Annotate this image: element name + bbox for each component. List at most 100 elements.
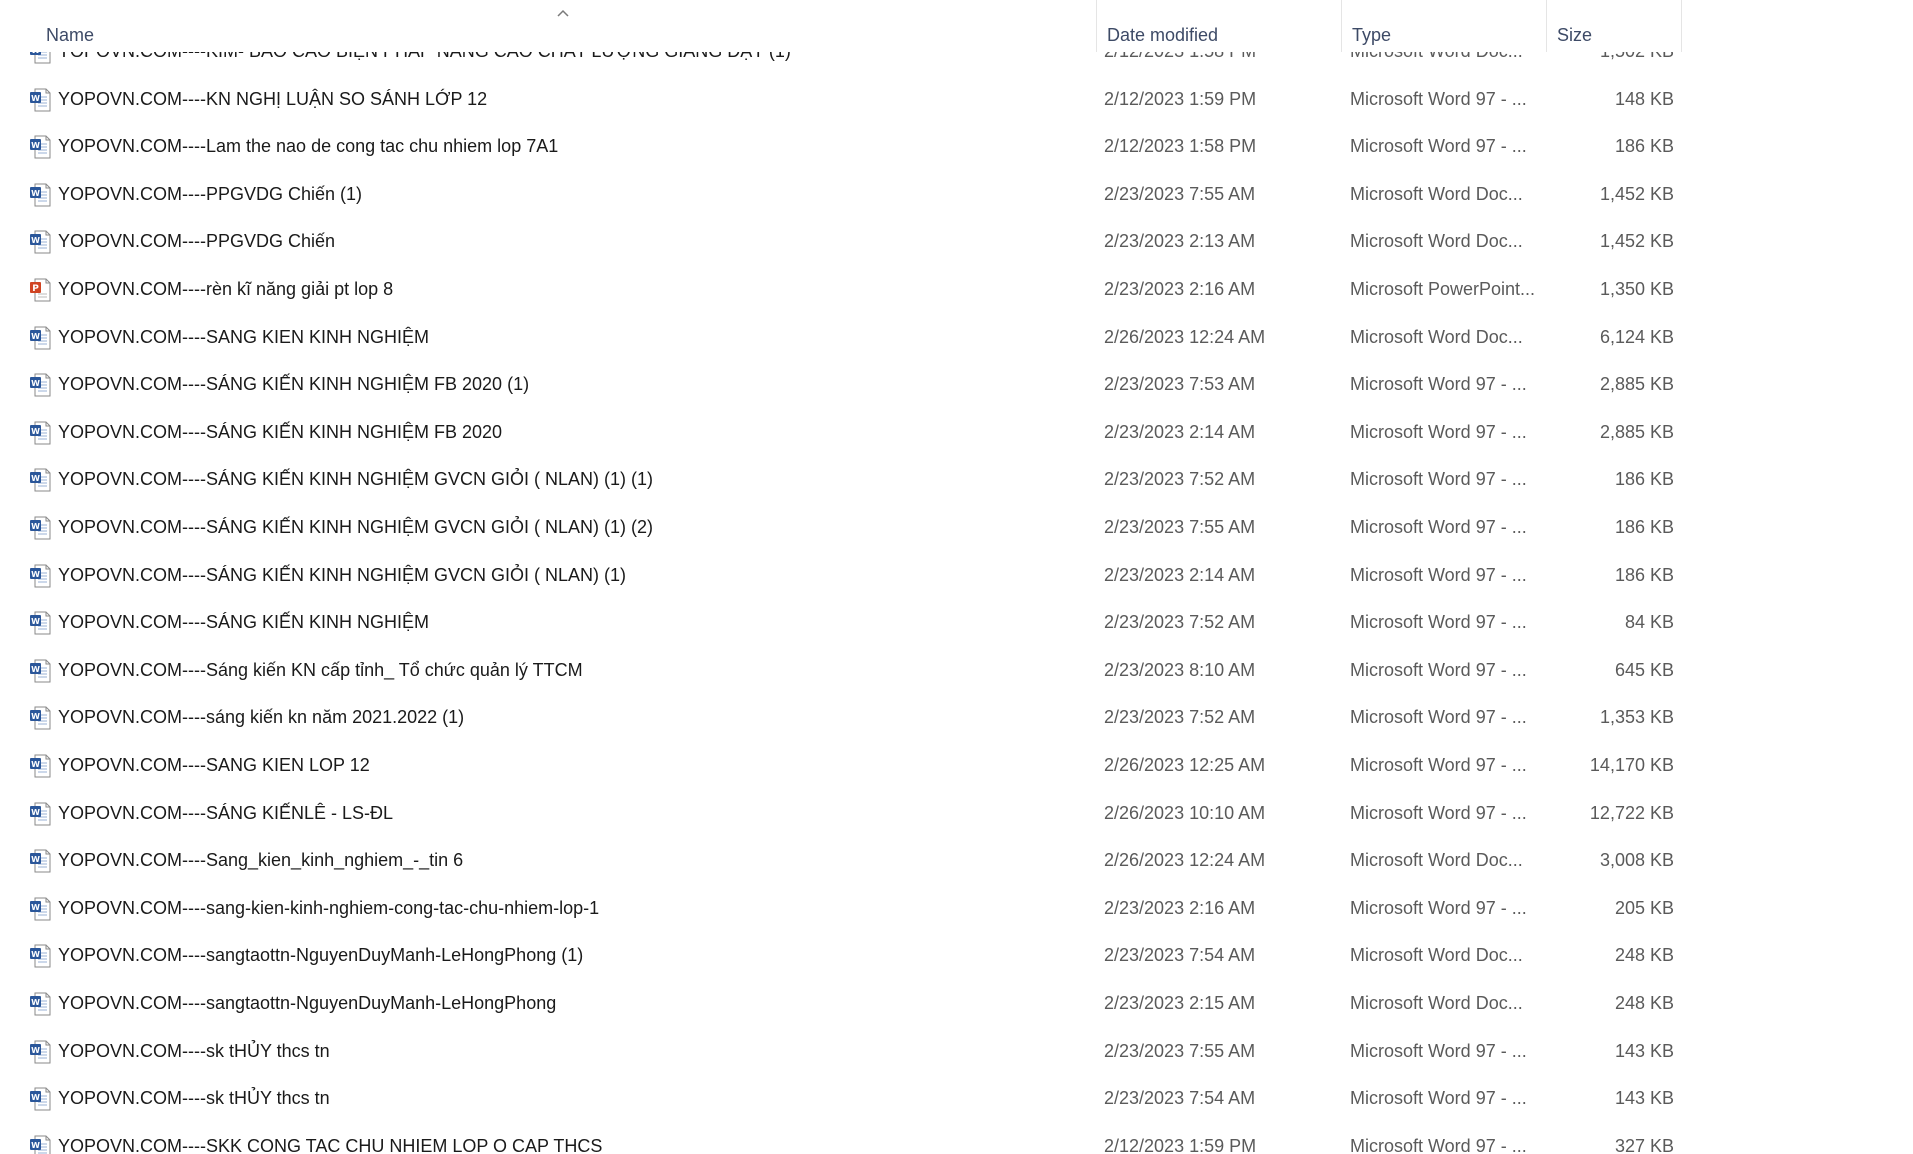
file-row[interactable]: W YOPOVN.COM----SÁNG KIẾN KINH NGHIỆM GVC… <box>0 552 1682 599</box>
file-size: 143 KB <box>1614 1041 1674 1061</box>
file-row[interactable]: W YOPOVN.COM----SÁNG KIẾN KINH NGHIỆM GVC… <box>0 504 1682 551</box>
file-size: 248 KB <box>1614 993 1674 1013</box>
file-row[interactable]: W YOPOVN.COM----SÁNG KIẾN KINH NGHIỆM FB … <box>0 409 1682 456</box>
svg-text:W: W <box>31 141 40 150</box>
file-size: 148 KB <box>1614 89 1674 109</box>
file-row[interactable]: W YOPOVN.COM----SANG KIEN LOP 12 2/26/2023… <box>0 742 1682 789</box>
file-type: Microsoft Word 97 - ... <box>1350 136 1527 156</box>
file-type: Microsoft Word 97 - ... <box>1350 517 1527 537</box>
file-date-modified: 2/26/2023 10:10 AM <box>1104 803 1266 823</box>
column-header-name-label: Name <box>46 25 95 45</box>
file-row[interactable]: W YOPOVN.COM----sáng kiến kn năm 2021.202… <box>0 694 1682 741</box>
file-row[interactable]: W YOPOVN.COM----SÁNG KIẾN KINH NGHIỆM FB … <box>0 361 1682 408</box>
svg-text:W: W <box>31 1141 40 1150</box>
file-date-modified: 2/23/2023 7:52 AM <box>1104 707 1256 727</box>
file-name: YOPOVN.COM----SÁNG KIẾN KINH NGHIỆM FB 2… <box>58 422 503 442</box>
file-date-modified: 2/12/2023 1:59 PM <box>1104 1136 1257 1154</box>
file-size: 186 KB <box>1614 565 1674 585</box>
file-date-modified: 2/23/2023 7:54 AM <box>1104 1088 1256 1108</box>
file-row[interactable]: W YOPOVN.COM----Sang_kien_kinh_nghiem_-_t… <box>0 837 1682 884</box>
file-size: 186 KB <box>1614 517 1674 537</box>
svg-text:W: W <box>31 855 40 864</box>
column-header-date-modified[interactable]: Date modified <box>1096 0 1341 52</box>
svg-text:P: P <box>32 284 39 294</box>
svg-text:W: W <box>31 617 40 626</box>
svg-text:W: W <box>31 379 40 388</box>
file-type: Microsoft Word 97 - ... <box>1350 469 1527 489</box>
file-date-modified: 2/26/2023 12:24 AM <box>1104 850 1266 870</box>
file-name: YOPOVN.COM----rèn kĩ năng giải pt lop 8 <box>58 279 394 299</box>
word-file-icon: W <box>29 802 51 826</box>
file-date-modified: 2/23/2023 2:15 AM <box>1104 993 1256 1013</box>
file-name: YOPOVN.COM----sangtaottn-NguyenDuyManh-L… <box>58 993 557 1013</box>
file-row[interactable]: W YOPOVN.COM----SÁNG KIẾN KINH NGHIỆM GVC… <box>0 456 1682 503</box>
svg-text:W: W <box>31 998 40 1007</box>
file-row[interactable]: W YOPOVN.COM----KN NGHỊ LUẬN SO SÁNH LỚP … <box>0 76 1682 123</box>
word-file-icon: W <box>29 468 51 492</box>
file-row[interactable]: W YOPOVN.COM----SKK CONG TAC CHU NHIEM LO… <box>0 1123 1682 1154</box>
word-file-icon: W <box>29 754 51 778</box>
word-file-icon: W <box>29 230 51 254</box>
column-header-size[interactable]: Size <box>1546 0 1682 52</box>
word-file-icon: W <box>29 421 51 445</box>
file-size: 2,885 KB <box>1599 422 1674 442</box>
file-row[interactable]: W YOPOVN.COM----Lam the nao de cong tac c… <box>0 123 1682 170</box>
file-date-modified: 2/23/2023 7:52 AM <box>1104 612 1256 632</box>
file-date-modified: 2/26/2023 12:25 AM <box>1104 755 1266 775</box>
file-row[interactable]: W YOPOVN.COM----sangtaottn-NguyenDuyManh-… <box>0 932 1682 979</box>
word-file-icon: W <box>29 564 51 588</box>
file-name: YOPOVN.COM----Sang_kien_kinh_nghiem_-_ti… <box>58 850 464 870</box>
file-row[interactable]: W YOPOVN.COM----sang-kien-kinh-nghiem-con… <box>0 885 1682 932</box>
file-type: Microsoft Word Doc... <box>1350 993 1523 1013</box>
file-date-modified: 2/23/2023 7:52 AM <box>1104 469 1256 489</box>
file-name: YOPOVN.COM----SANG KIEN LOP 12 <box>58 755 370 775</box>
file-size: 645 KB <box>1614 660 1674 680</box>
file-row[interactable]: W YOPOVN.COM----PPGVDG Chiến 2/23/2023 2:1… <box>0 218 1682 265</box>
file-type: Microsoft Word 97 - ... <box>1350 1041 1527 1061</box>
word-file-icon: W <box>29 992 51 1016</box>
svg-text:W: W <box>31 427 40 436</box>
file-size: 186 KB <box>1614 136 1674 156</box>
file-type: Microsoft Word 97 - ... <box>1350 803 1527 823</box>
file-type: Microsoft Word Doc... <box>1350 945 1523 965</box>
file-type: Microsoft Word 97 - ... <box>1350 755 1527 775</box>
file-date-modified: 2/23/2023 7:55 AM <box>1104 1041 1256 1061</box>
file-type: Microsoft PowerPoint... <box>1350 279 1536 299</box>
word-file-icon: W <box>29 88 51 112</box>
file-name: YOPOVN.COM----Lam the nao de cong tac ch… <box>58 136 559 156</box>
file-type: Microsoft Word 97 - ... <box>1350 612 1527 632</box>
file-date-modified: 2/23/2023 7:53 AM <box>1104 374 1256 394</box>
file-name: YOPOVN.COM----SÁNG KIẾN KINH NGHIỆM FB 2… <box>58 374 530 394</box>
file-name: YOPOVN.COM----SÁNG KIẾNLÊ - LS-ĐL <box>58 803 394 823</box>
file-name: YOPOVN.COM----Sáng kiến KN cấp tỉnh_ Tổ … <box>58 660 583 680</box>
file-size: 84 KB <box>1624 612 1674 632</box>
word-file-icon: W <box>29 659 51 683</box>
file-row[interactable]: W YOPOVN.COM----SÁNG KIẾN KINH NGHIỆM 2/23… <box>0 599 1682 646</box>
file-name: YOPOVN.COM----PPGVDG Chiến <box>58 231 336 251</box>
column-header-size-label: Size <box>1557 25 1593 45</box>
column-header-date-label: Date modified <box>1107 25 1219 45</box>
svg-text:W: W <box>31 950 40 959</box>
file-row[interactable]: W YOPOVN.COM----sangtaottn-NguyenDuyManh-… <box>0 980 1682 1027</box>
file-row[interactable]: W YOPOVN.COM----PPGVDG Chiến (1) 2/23/2023… <box>0 171 1682 218</box>
file-type: Microsoft Word 97 - ... <box>1350 422 1527 442</box>
file-size: 327 KB <box>1614 1136 1674 1154</box>
word-file-icon: W <box>29 183 51 207</box>
file-row[interactable]: P YOPOVN.COM----rèn kĩ năng giải pt lop 8… <box>0 266 1682 313</box>
file-type: Microsoft Word 97 - ... <box>1350 1088 1527 1108</box>
file-date-modified: 2/26/2023 12:24 AM <box>1104 327 1266 347</box>
file-name: YOPOVN.COM----KN NGHỊ LUẬN SO SÁNH LỚP 1… <box>58 89 488 109</box>
file-row[interactable]: W YOPOVN.COM----Sáng kiến KN cấp tỉnh_ Tổ… <box>0 647 1682 694</box>
file-type: Microsoft Word Doc... <box>1350 327 1523 347</box>
file-row[interactable]: W YOPOVN.COM----sk tHỦY thcs tn 2/23/2023 … <box>0 1075 1682 1122</box>
file-row[interactable]: W YOPOVN.COM----sk tHỦY thcs tn 2/23/2023 … <box>0 1028 1682 1075</box>
file-row[interactable]: W YOPOVN.COM----SANG KIEN KINH NGHIỆM 2/26… <box>0 314 1682 361</box>
file-type: Microsoft Word Doc... <box>1350 850 1523 870</box>
svg-text:W: W <box>31 1093 40 1102</box>
word-file-icon: W <box>29 516 51 540</box>
column-header-type[interactable]: Type <box>1341 0 1546 52</box>
file-name: YOPOVN.COM----SANG KIEN KINH NGHIỆM <box>58 327 430 347</box>
file-row[interactable]: W YOPOVN.COM----SÁNG KIẾNLÊ - LS-ĐL 2/26/2… <box>0 790 1682 837</box>
svg-text:W: W <box>31 808 40 817</box>
file-size: 12,722 KB <box>1589 803 1674 823</box>
